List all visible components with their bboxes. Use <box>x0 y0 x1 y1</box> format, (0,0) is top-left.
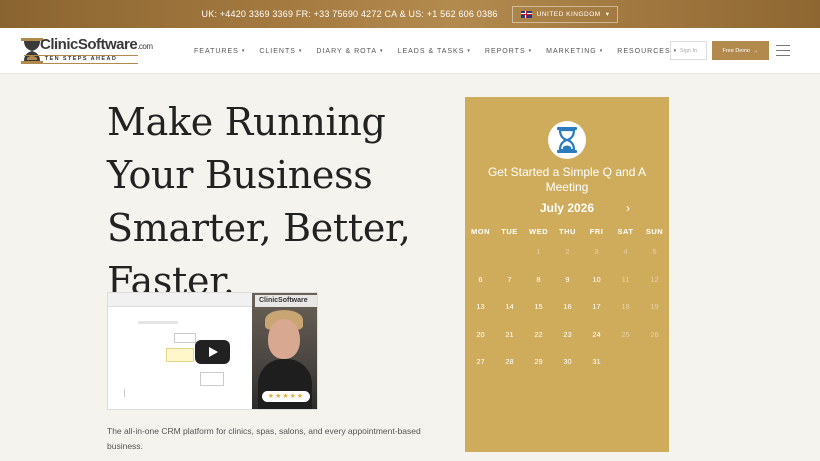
weekday-thu: THU <box>559 227 576 236</box>
calendar-day[interactable]: 15 <box>524 302 553 311</box>
rating-stars: ★★★★★ <box>262 391 310 402</box>
free-demo-label: Free Demo <box>722 47 750 54</box>
calendar-day[interactable]: 13 <box>466 302 495 311</box>
calendar-day[interactable]: 14 <box>495 302 524 311</box>
calendar-day: 26 <box>650 329 659 339</box>
nav-item-resources[interactable]: RESOURCES ▾ <box>617 48 677 55</box>
chevron-down-icon: ▾ <box>298 48 303 54</box>
video-app-screen <box>108 293 252 409</box>
country-selector[interactable]: UNITED KINGDOM ▾ <box>511 5 619 23</box>
calendar-day[interactable]: 23 <box>553 330 582 339</box>
calendar-day: 19 <box>650 302 659 311</box>
nav-item-marketing[interactable]: MARKETING ▾ <box>546 48 603 55</box>
nav-item-features[interactable]: FEATURES ▾ <box>194 48 245 55</box>
chevron-down-icon: ▾ <box>599 48 604 54</box>
logo-tagline: TEN STEPS AHEAD <box>24 55 138 64</box>
current-month: July 2026 <box>539 201 595 215</box>
weekday-sun: SUN <box>645 227 664 236</box>
calendar-day[interactable]: 17 <box>582 302 611 311</box>
chevron-down-icon: ▾ <box>241 48 246 54</box>
calendar-day[interactable]: 16 <box>553 302 582 311</box>
uk-flag-icon <box>520 10 532 18</box>
top-contact-bar: UK: +4420 3369 3369 FR: +33 75690 4272 C… <box>0 0 820 28</box>
calendar-day[interactable]: 8 <box>524 275 553 284</box>
nav-item-reports[interactable]: REPORTS ▾ <box>485 48 532 55</box>
calendar-day: 18 <box>621 302 630 311</box>
hero-title-line: Your Business <box>107 153 373 197</box>
logo-name: ClinicSoftware <box>40 36 138 53</box>
chevron-down-icon: ▾ <box>467 48 471 54</box>
country-label: UNITED KINGDOM <box>536 10 601 18</box>
intro-video[interactable]: ClinicSoftware ★★★★★ <box>107 292 318 410</box>
calendar-day: 4 <box>623 247 628 256</box>
play-button-icon[interactable] <box>195 340 230 364</box>
weekday-mon: MON <box>471 227 490 236</box>
sign-in-button[interactable]: Sign In <box>670 41 707 60</box>
calendar-day: 12 <box>650 274 659 284</box>
weekday-tue: TUE <box>501 227 518 236</box>
main-navigation: ClinicSoftware.com TEN STEPS AHEAD FEATU… <box>0 28 820 74</box>
video-brand: ClinicSoftware <box>255 295 317 307</box>
nav-item-leads-tasks[interactable]: LEADS & TASKS ▾ <box>398 48 471 55</box>
calendar-day[interactable]: 29 <box>524 357 553 366</box>
calendar-day[interactable]: 10 <box>582 275 611 284</box>
arrow-right-icon: → <box>753 47 759 54</box>
calendar-day: 25 <box>621 329 630 339</box>
booking-calendar-card: Get Started a Simple Q and A Meeting Jul… <box>465 97 669 452</box>
calendar-day[interactable]: 9 <box>553 275 582 284</box>
calendar-day[interactable]: 31 <box>582 357 611 366</box>
nav-item-diary-rota[interactable]: DIARY & ROTA ▾ <box>316 48 383 55</box>
hero-title-line: Make Running <box>107 100 386 144</box>
hero-description: The all-in-one CRM platform for clinics,… <box>107 426 421 451</box>
logo-suffix: .com <box>137 42 153 51</box>
calendar-day[interactable]: 24 <box>582 330 611 339</box>
calendar-day: 5 <box>652 247 657 256</box>
booking-title: Get Started a Simple Q and A Meeting <box>487 165 647 194</box>
nav-menu: FEATURES ▾ CLIENTS ▾ DIARY & ROTA ▾ LEADS &… <box>194 28 691 74</box>
weekday-wed: WED <box>529 227 548 236</box>
hamburger-menu-icon[interactable] <box>776 45 790 56</box>
calendar-day[interactable]: 27 <box>466 357 495 366</box>
calendar-day[interactable]: 21 <box>495 330 524 339</box>
weekday-fri: FRI <box>589 227 604 236</box>
calendar-day: 11 <box>621 274 630 284</box>
calendar-day: 3 <box>594 247 599 256</box>
calendar-day[interactable]: 28 <box>495 357 524 366</box>
calendar-day[interactable]: 30 <box>553 357 582 366</box>
chevron-down-icon: ▾ <box>605 11 610 18</box>
chevron-down-icon: ▾ <box>528 48 533 54</box>
nav-item-clients[interactable]: CLIENTS ▾ <box>259 48 302 55</box>
calendar-day[interactable]: 6 <box>466 275 495 284</box>
calendar-day[interactable]: 7 <box>495 275 524 284</box>
calendar-day: 2 <box>565 247 570 256</box>
next-month-chevron-icon[interactable]: › <box>622 200 634 216</box>
site-logo[interactable]: ClinicSoftware.com TEN STEPS AHEAD <box>18 36 166 66</box>
month-navigation: July 2026 › <box>465 200 669 216</box>
calendar-day: 1 <box>536 247 541 256</box>
free-demo-button[interactable]: Free Demo → <box>712 41 769 60</box>
hourglass-logo-icon <box>548 121 586 159</box>
hero-title: Make Running Your Business Smarter, Bett… <box>107 96 437 308</box>
calendar-day[interactable]: 20 <box>466 330 495 339</box>
weekday-sat: SAT <box>617 227 634 236</box>
chevron-down-icon: ▾ <box>380 48 384 54</box>
hero-title-line: Smarter, Better, <box>107 206 411 250</box>
phone-numbers: UK: +4420 3369 3369 FR: +33 75690 4272 C… <box>201 9 498 19</box>
calendar-day[interactable]: 22 <box>524 330 553 339</box>
